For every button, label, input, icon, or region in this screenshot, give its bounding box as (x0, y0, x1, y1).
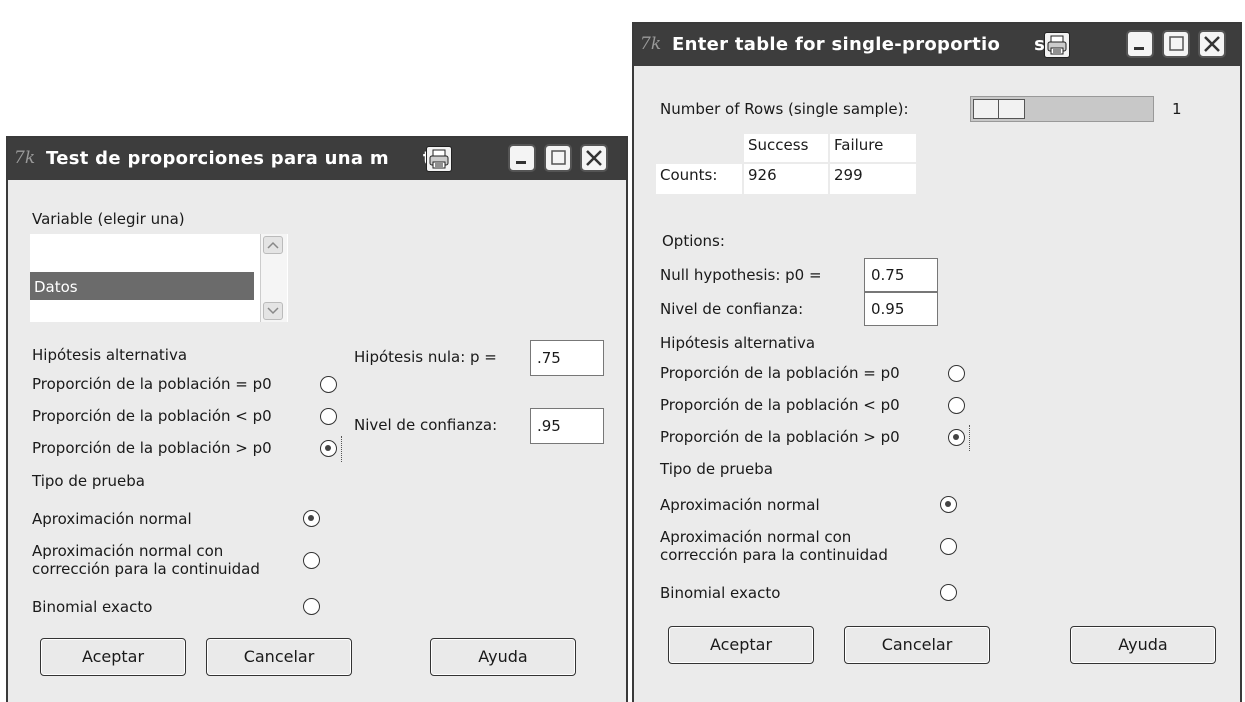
test-type-label: Tipo de prueba (32, 472, 145, 490)
rows-value: 1 (1172, 100, 1182, 118)
null-label: Hipótesis nula: p = (354, 348, 497, 366)
null-input[interactable]: 0.75 (864, 258, 938, 292)
test-normal-cc-label-2: corrección para la continuidad (660, 546, 888, 564)
test-type-label: Tipo de prueba (660, 460, 773, 478)
variable-listbox[interactable]: Datos (30, 234, 288, 322)
left-titlebar[interactable]: 7k Test de proporciones para una mtra (8, 138, 626, 180)
cancel-button[interactable]: Cancelar (844, 626, 990, 664)
alt-option-eq-radio[interactable] (948, 365, 965, 382)
rows-label: Number of Rows (single sample): (660, 100, 909, 118)
close-button[interactable] (1198, 30, 1226, 58)
window-title: Test de proporciones para una mtra (46, 148, 453, 169)
test-binomial-label: Binomial exacto (660, 584, 781, 602)
col-header-failure: Failure (830, 134, 916, 162)
test-normal-radio[interactable] (303, 510, 320, 527)
test-normal-cc-label-1: Aproximación normal con (660, 528, 852, 546)
test-normal-label: Aproximación normal (660, 496, 820, 514)
accept-button[interactable]: Aceptar (668, 626, 814, 664)
window-title: Enter table for single-proportiost (672, 34, 1054, 55)
minimize-button[interactable] (1126, 30, 1154, 58)
minimize-button[interactable] (508, 144, 536, 172)
variable-label: Variable (elegir una) (32, 210, 185, 228)
right-titlebar[interactable]: 7k Enter table for single-proportiost (634, 24, 1240, 66)
test-normal-label: Aproximación normal (32, 510, 192, 528)
conf-input[interactable]: 0.95 (864, 292, 938, 326)
alt-option-eq-label: Proporción de la población = p0 (32, 375, 272, 393)
alt-option-gt-radio[interactable] (948, 429, 965, 446)
conf-input[interactable]: .95 (530, 408, 604, 444)
scroll-down-icon[interactable] (263, 302, 283, 320)
focus-indicator (341, 436, 345, 462)
accept-button[interactable]: Aceptar (40, 638, 186, 676)
alt-option-gt-radio[interactable] (320, 440, 337, 457)
maximize-button[interactable] (1162, 30, 1190, 58)
success-count-input[interactable]: 926 (744, 164, 828, 194)
conf-label: Nivel de confianza: (660, 300, 804, 318)
null-input[interactable]: .75 (530, 340, 604, 376)
left-dialog: 7k Test de proporciones para una mtra Va… (6, 136, 628, 702)
options-label: Options: (662, 232, 725, 250)
failure-count-input[interactable]: 299 (830, 164, 916, 194)
app-icon: 7k (14, 148, 36, 168)
test-normal-cc-radio[interactable] (940, 538, 957, 555)
close-button[interactable] (580, 144, 608, 172)
alt-option-lt-label: Proporción de la población < p0 (32, 407, 272, 425)
focus-indicator (969, 425, 973, 451)
test-normal-cc-label-2: corrección para la continuidad (32, 560, 260, 578)
alt-hyp-label: Hipótesis alternativa (660, 334, 816, 352)
alt-option-gt-label: Proporción de la población > p0 (660, 428, 900, 446)
alt-option-gt-label: Proporción de la población > p0 (32, 439, 272, 457)
col-header-success: Success (744, 134, 828, 162)
test-normal-cc-label-1: Aproximación normal con (32, 542, 224, 560)
alt-hyp-label: Hipótesis alternativa (32, 346, 188, 364)
conf-label: Nivel de confianza: (354, 416, 498, 434)
app-icon: 7k (640, 34, 662, 54)
test-binomial-radio[interactable] (940, 584, 957, 601)
rows-slider-thumb[interactable] (973, 99, 1025, 119)
right-dialog: 7k Enter table for single-proportiost Nu… (632, 22, 1242, 702)
alt-option-lt-radio[interactable] (948, 397, 965, 414)
cancel-button[interactable]: Cancelar (206, 638, 352, 676)
help-button[interactable]: Ayuda (430, 638, 576, 676)
rows-slider[interactable] (970, 96, 1154, 122)
test-binomial-radio[interactable] (303, 598, 320, 615)
test-normal-cc-radio[interactable] (303, 552, 320, 569)
alt-option-eq-radio[interactable] (320, 376, 337, 393)
print-icon[interactable] (426, 146, 452, 172)
null-label: Null hypothesis: p0 = (660, 266, 822, 284)
alt-option-eq-label: Proporción de la población = p0 (660, 364, 900, 382)
row-label-counts: Counts: (656, 164, 742, 194)
test-normal-radio[interactable] (940, 496, 957, 513)
variable-scrollbar[interactable] (260, 234, 287, 322)
alt-option-lt-label: Proporción de la población < p0 (660, 396, 900, 414)
alt-option-lt-radio[interactable] (320, 408, 337, 425)
maximize-button[interactable] (544, 144, 572, 172)
variable-item-datos[interactable]: Datos (30, 272, 254, 300)
help-button[interactable]: Ayuda (1070, 626, 1216, 664)
print-icon[interactable] (1044, 32, 1070, 58)
scroll-up-icon[interactable] (263, 236, 283, 254)
test-binomial-label: Binomial exacto (32, 598, 153, 616)
